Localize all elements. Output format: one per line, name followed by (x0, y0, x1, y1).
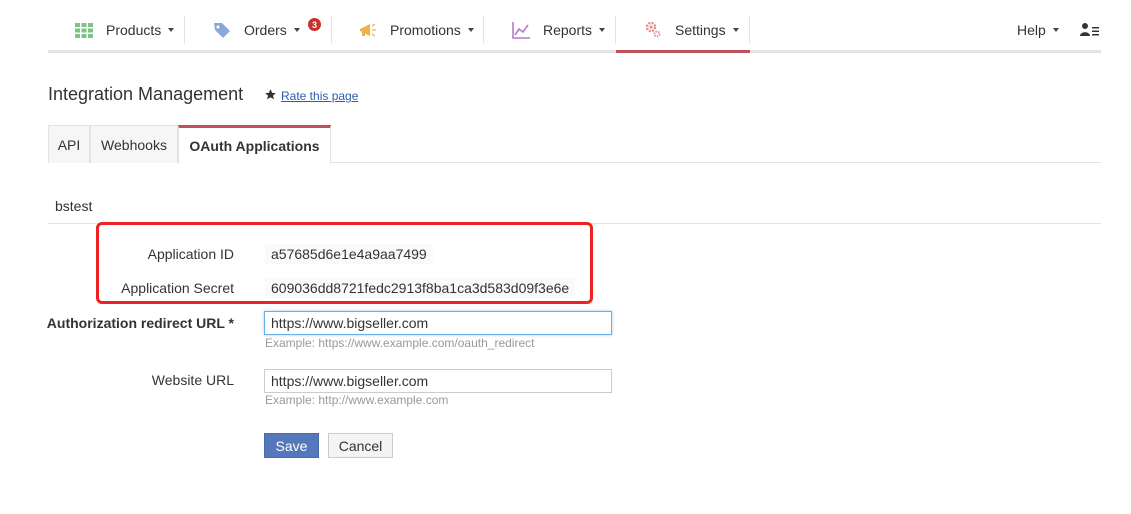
cancel-button[interactable]: Cancel (328, 433, 393, 458)
top-navigation: Products Orders 3 Promotions Reports Set… (48, 10, 1101, 53)
star-icon (264, 88, 277, 104)
nav-reports-label: Reports (543, 22, 593, 38)
user-list-icon (1080, 22, 1100, 38)
chevron-down-icon (293, 28, 300, 32)
website-url-input[interactable] (264, 369, 612, 393)
highlight-box (96, 222, 593, 304)
nav-products[interactable]: Products (74, 10, 175, 50)
megaphone-icon (358, 20, 378, 40)
nav-promotions[interactable]: Promotions (358, 10, 474, 50)
nav-help[interactable]: Help (1017, 10, 1059, 50)
nav-active-indicator (616, 50, 750, 53)
nav-orders-label: Orders (244, 22, 287, 38)
redirect-url-label: Authorization redirect URL * (46, 315, 234, 331)
tag-icon (212, 20, 232, 40)
save-button[interactable]: Save (264, 433, 319, 458)
gear-icon (643, 20, 663, 40)
website-url-label: Website URL (151, 372, 234, 388)
nav-reports[interactable]: Reports (511, 10, 606, 50)
grid-icon (74, 20, 94, 40)
tab-bar: API Webhooks OAuth Applications (48, 125, 1101, 164)
tab-oauth-applications[interactable]: OAuth Applications (178, 125, 331, 164)
chevron-down-icon (599, 28, 606, 32)
nav-orders[interactable]: Orders (212, 10, 300, 50)
nav-divider (331, 16, 332, 44)
nav-divider (483, 16, 484, 44)
user-menu[interactable] (1080, 10, 1100, 50)
chevron-down-icon (467, 28, 474, 32)
nav-divider (184, 16, 185, 44)
chevron-down-icon (1052, 28, 1059, 32)
chevron-down-icon (732, 28, 739, 32)
website-url-hint: Example: http://www.example.com (265, 393, 449, 407)
nav-settings-label: Settings (675, 22, 726, 38)
application-name: bstest (55, 198, 93, 214)
nav-promotions-label: Promotions (390, 22, 461, 38)
nav-products-label: Products (106, 22, 162, 38)
orders-badge: 3 (308, 18, 321, 31)
redirect-url-hint: Example: https://www.example.com/oauth_r… (265, 336, 535, 350)
nav-help-label: Help (1017, 22, 1046, 38)
chevron-down-icon (168, 28, 175, 32)
tab-webhooks[interactable]: Webhooks (90, 125, 178, 163)
chart-icon (511, 20, 531, 40)
nav-divider (615, 16, 616, 44)
rate-page: Rate this page (264, 88, 358, 104)
nav-settings[interactable]: Settings (643, 10, 739, 50)
page-title: Integration Management (48, 84, 244, 104)
tab-api[interactable]: API (48, 125, 90, 163)
rate-page-link[interactable]: Rate this page (281, 89, 358, 103)
nav-divider (749, 16, 750, 44)
redirect-url-input[interactable] (264, 311, 612, 335)
